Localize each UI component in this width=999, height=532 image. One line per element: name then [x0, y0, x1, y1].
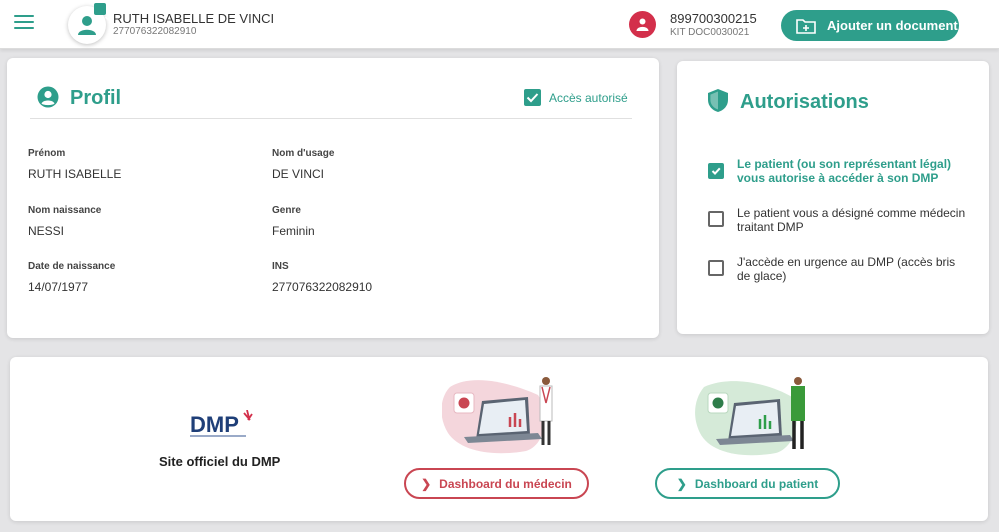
field-value-nom-usage: DE VINCI	[272, 167, 325, 181]
field-label-nom-usage: Nom d'usage	[272, 148, 335, 159]
add-document-label: Ajouter un document	[827, 18, 958, 33]
profil-title: Profil	[70, 87, 122, 109]
site-officiel-label: Site officiel du DMP	[159, 454, 281, 469]
field-value-prenom: RUTH ISABELLE	[28, 167, 122, 181]
field-label-date-naissance: Date de naissance	[28, 261, 116, 272]
doctor-illustration	[442, 377, 553, 454]
patient-avatar[interactable]	[68, 3, 114, 44]
dashboard-links-card: DMP Site officiel du DMP ❯ Dashboard du …	[10, 357, 988, 521]
field-value-nom-naissance: NESSI	[28, 224, 65, 238]
hamburger-icon[interactable]	[14, 15, 34, 32]
kit-number: KIT DOC0030021	[670, 27, 750, 38]
option-bris-de-glace[interactable]: J'accède en urgence au DMP (accès bris d…	[737, 255, 967, 283]
patient-name: RUTH ISABELLE DE VINCI	[113, 11, 275, 26]
chevron-right-icon: ❯	[676, 476, 687, 491]
field-label-genre: Genre	[272, 205, 301, 216]
divider	[30, 118, 632, 119]
dashboard-patient-button[interactable]: ❯ Dashboard du patient	[655, 468, 840, 499]
field-value-genre: Feminin	[272, 224, 315, 238]
checkbox-bris-de-glace[interactable]	[708, 260, 724, 276]
field-label-nom-naissance: Nom naissance	[28, 205, 102, 216]
add-document-button[interactable]: Ajouter un document	[781, 10, 959, 41]
shield-icon	[708, 89, 728, 112]
patient-ins: 277076322082910	[113, 26, 197, 37]
checked-badge-icon	[94, 3, 114, 21]
dmp-logo[interactable]: DMP	[190, 410, 260, 444]
dmp-logo-text: DMP	[190, 412, 239, 437]
top-header: RUTH ISABELLE DE VINCI 277076322082910 8…	[0, 0, 999, 49]
card-number: 899700300215	[670, 11, 757, 26]
autorisations-card: Autorisations Le patient (ou son représe…	[677, 61, 989, 334]
check-icon	[711, 167, 721, 175]
user-icon	[78, 16, 96, 35]
field-value-ins: 277076322082910	[272, 280, 373, 294]
profil-card: Profil Accès autorisé Prénom RUTH ISABEL…	[7, 58, 659, 338]
checkbox-medecin-traitant[interactable]	[708, 211, 724, 227]
option-medecin-traitant[interactable]: Le patient vous a désigné comme médecin …	[737, 206, 967, 234]
field-label-prenom: Prénom	[28, 148, 66, 159]
field-value-date-naissance: 14/07/1977	[28, 280, 89, 294]
access-status: Accès autorisé	[549, 91, 628, 105]
patient-illustration	[695, 377, 805, 456]
cps-card-icon	[629, 11, 656, 38]
checkbox-autorisation-patient[interactable]	[708, 163, 724, 179]
account-circle-icon	[37, 86, 59, 108]
folder-add-icon	[796, 18, 816, 34]
dashboard-patient-label: Dashboard du patient	[694, 476, 819, 491]
field-label-ins: INS	[272, 261, 289, 272]
autorisations-title: Autorisations	[740, 91, 869, 113]
dmp-access-icon	[524, 89, 541, 106]
chevron-right-icon: ❯	[421, 476, 432, 491]
dashboard-medecin-button[interactable]: ❯ Dashboard du médecin	[404, 468, 589, 499]
dashboard-medecin-label: Dashboard du médecin	[439, 476, 572, 491]
option-autorisation-patient[interactable]: Le patient (ou son représentant légal) v…	[737, 157, 967, 185]
